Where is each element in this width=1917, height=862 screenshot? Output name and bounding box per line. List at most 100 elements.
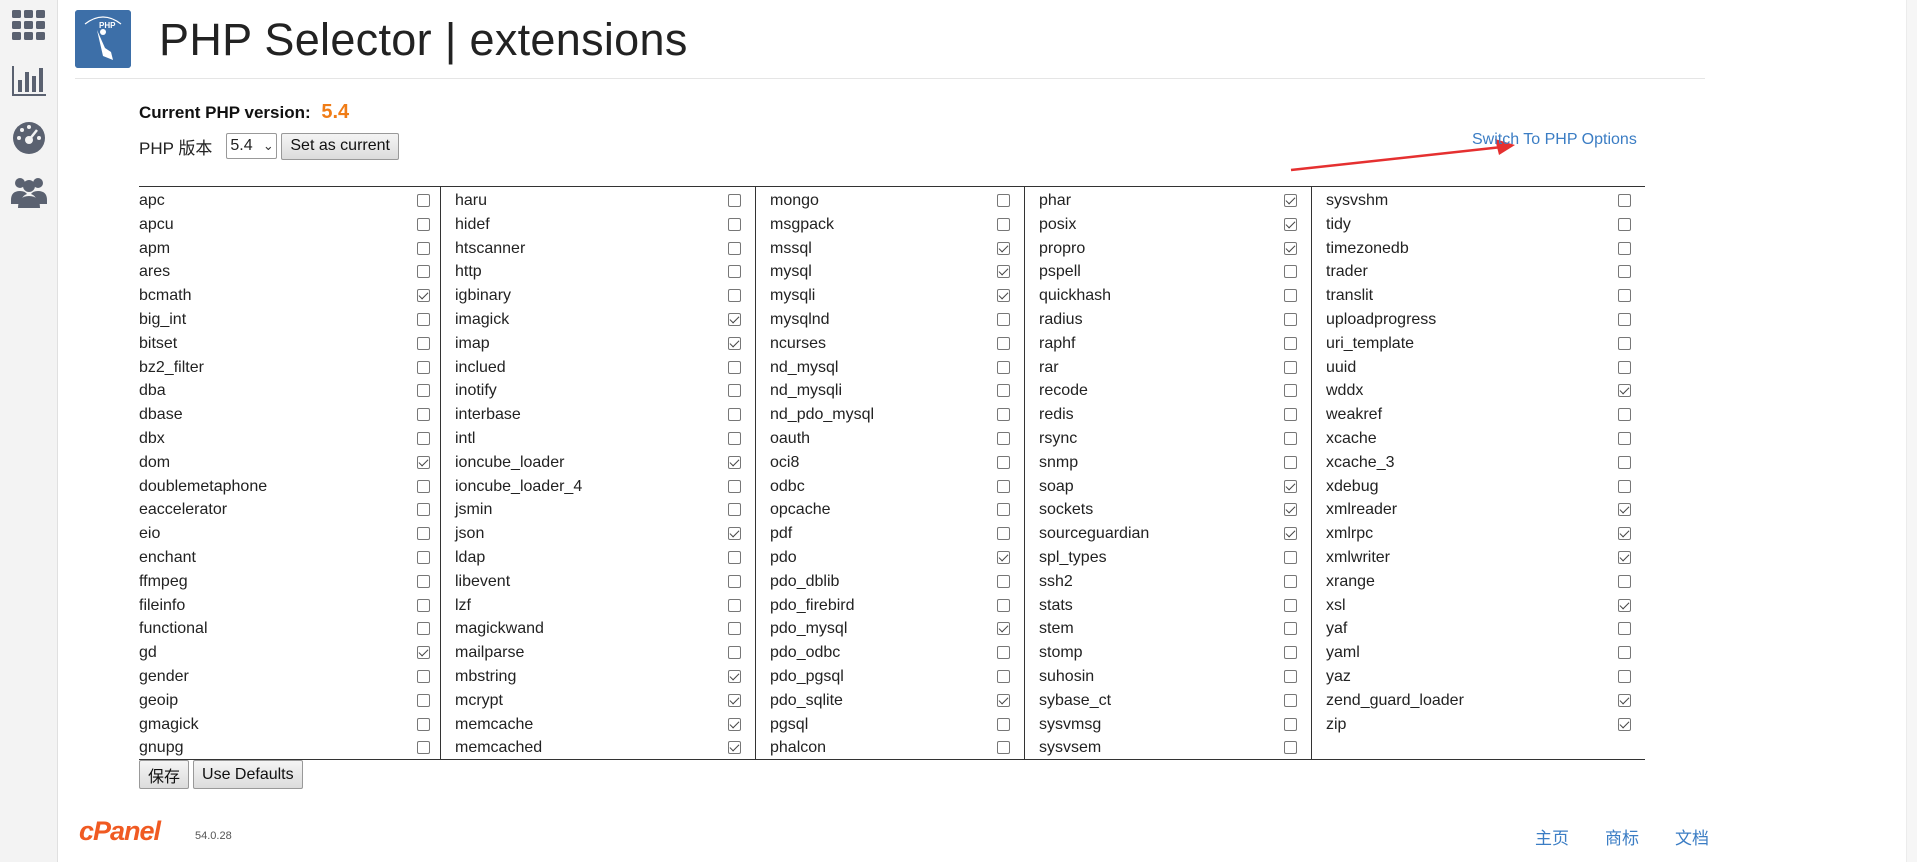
extension-checkbox[interactable] xyxy=(1618,622,1631,636)
extension-checkbox[interactable] xyxy=(417,741,430,755)
extension-checkbox[interactable] xyxy=(728,241,741,255)
extension-checkbox[interactable] xyxy=(728,360,741,374)
footer-link-trademarks[interactable]: 商标 xyxy=(1605,824,1639,849)
extension-checkbox[interactable] xyxy=(728,503,741,517)
extension-checkbox[interactable] xyxy=(997,622,1010,636)
extension-checkbox[interactable] xyxy=(1284,313,1297,326)
extension-checkbox[interactable] xyxy=(1284,265,1297,279)
extension-checkbox[interactable] xyxy=(1284,527,1297,541)
dashboard-gauge-icon[interactable] xyxy=(10,118,48,156)
extension-checkbox[interactable] xyxy=(417,574,430,588)
extension-checkbox[interactable] xyxy=(1618,217,1631,231)
extension-checkbox[interactable] xyxy=(1284,503,1297,517)
extension-checkbox[interactable] xyxy=(1618,313,1631,326)
extension-checkbox[interactable] xyxy=(417,670,430,683)
extension-checkbox[interactable] xyxy=(997,289,1010,303)
extension-checkbox[interactable] xyxy=(417,384,430,398)
extension-checkbox[interactable] xyxy=(997,336,1010,350)
extension-checkbox[interactable] xyxy=(417,455,430,469)
extension-checkbox[interactable] xyxy=(417,217,430,231)
extension-checkbox[interactable] xyxy=(997,670,1010,683)
save-button[interactable]: 保存 xyxy=(139,760,190,789)
extension-checkbox[interactable] xyxy=(1284,289,1297,303)
footer-link-docs[interactable]: 文档 xyxy=(1675,824,1709,849)
extension-checkbox[interactable] xyxy=(417,289,430,303)
extension-checkbox[interactable] xyxy=(1284,598,1297,612)
extension-checkbox[interactable] xyxy=(728,313,741,326)
extension-checkbox[interactable] xyxy=(1284,670,1297,683)
extension-checkbox[interactable] xyxy=(728,289,741,303)
extension-checkbox[interactable] xyxy=(728,336,741,350)
extension-checkbox[interactable] xyxy=(1618,574,1631,588)
extension-checkbox[interactable] xyxy=(728,670,741,683)
extension-checkbox[interactable] xyxy=(997,717,1010,731)
extension-checkbox[interactable] xyxy=(997,313,1010,326)
extension-checkbox[interactable] xyxy=(1618,432,1631,445)
extension-checkbox[interactable] xyxy=(997,527,1010,541)
extension-checkbox[interactable] xyxy=(417,313,430,326)
extension-checkbox[interactable] xyxy=(997,479,1010,493)
extension-checkbox[interactable] xyxy=(1618,360,1631,374)
extension-checkbox[interactable] xyxy=(417,194,430,207)
extension-checkbox[interactable] xyxy=(997,194,1010,207)
extension-checkbox[interactable] xyxy=(997,384,1010,398)
extension-checkbox[interactable] xyxy=(728,455,741,469)
extension-checkbox[interactable] xyxy=(1284,622,1297,636)
extension-checkbox[interactable] xyxy=(417,717,430,731)
extension-checkbox[interactable] xyxy=(997,455,1010,469)
extension-checkbox[interactable] xyxy=(417,598,430,612)
extension-checkbox[interactable] xyxy=(1618,241,1631,255)
extension-checkbox[interactable] xyxy=(1284,194,1297,207)
extension-checkbox[interactable] xyxy=(728,693,741,707)
set-as-current-button[interactable]: Set as current xyxy=(281,132,399,160)
extension-checkbox[interactable] xyxy=(728,432,741,445)
extension-checkbox[interactable] xyxy=(997,598,1010,612)
extension-checkbox[interactable] xyxy=(728,741,741,755)
extension-checkbox[interactable] xyxy=(997,693,1010,707)
extension-checkbox[interactable] xyxy=(728,646,741,660)
extension-checkbox[interactable] xyxy=(997,217,1010,231)
extension-checkbox[interactable] xyxy=(417,693,430,707)
users-icon[interactable] xyxy=(10,172,48,210)
extension-checkbox[interactable] xyxy=(997,360,1010,374)
extension-checkbox[interactable] xyxy=(1284,217,1297,231)
extension-checkbox[interactable] xyxy=(997,265,1010,279)
extension-checkbox[interactable] xyxy=(417,408,430,422)
extension-checkbox[interactable] xyxy=(728,622,741,636)
extension-checkbox[interactable] xyxy=(728,194,741,207)
extension-checkbox[interactable] xyxy=(997,551,1010,564)
extension-checkbox[interactable] xyxy=(1618,265,1631,279)
extension-checkbox[interactable] xyxy=(728,479,741,493)
extension-checkbox[interactable] xyxy=(1284,646,1297,660)
extension-checkbox[interactable] xyxy=(1618,455,1631,469)
extension-checkbox[interactable] xyxy=(417,551,430,564)
extension-checkbox[interactable] xyxy=(417,646,430,660)
extension-checkbox[interactable] xyxy=(728,717,741,731)
extension-checkbox[interactable] xyxy=(1618,551,1631,564)
extension-checkbox[interactable] xyxy=(1284,336,1297,350)
extension-checkbox[interactable] xyxy=(417,241,430,255)
extension-checkbox[interactable] xyxy=(1284,717,1297,731)
extension-checkbox[interactable] xyxy=(997,241,1010,255)
extension-checkbox[interactable] xyxy=(1618,527,1631,541)
use-defaults-button[interactable]: Use Defaults xyxy=(193,760,303,789)
extension-checkbox[interactable] xyxy=(1618,670,1631,683)
extension-checkbox[interactable] xyxy=(1284,741,1297,755)
extension-checkbox[interactable] xyxy=(728,265,741,279)
extension-checkbox[interactable] xyxy=(417,622,430,636)
extension-checkbox[interactable] xyxy=(997,646,1010,660)
extension-checkbox[interactable] xyxy=(417,360,430,374)
extension-checkbox[interactable] xyxy=(997,574,1010,588)
extension-checkbox[interactable] xyxy=(1284,408,1297,422)
extension-checkbox[interactable] xyxy=(728,574,741,588)
extension-checkbox[interactable] xyxy=(1618,336,1631,350)
extension-checkbox[interactable] xyxy=(1618,479,1631,493)
extension-checkbox[interactable] xyxy=(1618,408,1631,422)
extension-checkbox[interactable] xyxy=(417,336,430,350)
extension-checkbox[interactable] xyxy=(417,432,430,445)
extension-checkbox[interactable] xyxy=(1618,503,1631,517)
extension-checkbox[interactable] xyxy=(1618,384,1631,398)
bar-chart-icon[interactable] xyxy=(10,62,48,100)
extension-checkbox[interactable] xyxy=(1618,598,1631,612)
extension-checkbox[interactable] xyxy=(417,527,430,541)
